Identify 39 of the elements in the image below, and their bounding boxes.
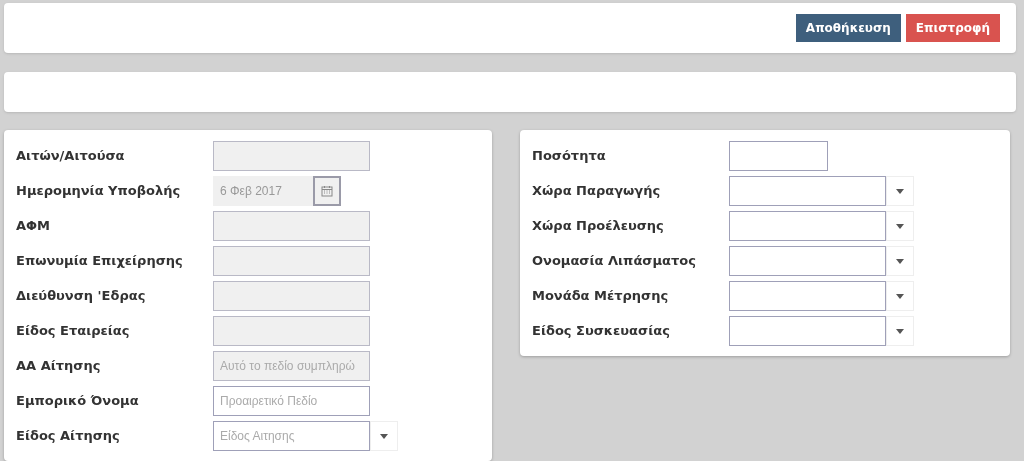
dropdown-field[interactable] <box>729 211 886 241</box>
toolbar-button[interactable]: Επιστροφή <box>905 14 1000 42</box>
caret-icon <box>896 293 904 299</box>
toolbar-button[interactable]: Αποθήκευση <box>795 14 901 42</box>
caret-icon <box>896 223 904 229</box>
caret-icon <box>896 188 904 194</box>
field-label: Μονάδα Μέτρησης <box>531 287 670 306</box>
caret-icon <box>896 258 904 264</box>
dropdown-field[interactable] <box>729 316 886 346</box>
field-label: Ονομασία Λιπάσματος <box>531 252 697 271</box>
field-label: ΑΑ Αίτησης <box>15 357 102 376</box>
dropdown-button[interactable] <box>886 316 914 346</box>
calendar-icon <box>321 185 333 197</box>
dropdown-button[interactable] <box>886 176 914 206</box>
dropdown-field[interactable] <box>729 176 886 206</box>
dropdown-button[interactable] <box>886 211 914 241</box>
dropdown-field[interactable] <box>729 246 886 276</box>
field-label: Είδος Συσκευασίας <box>531 322 671 341</box>
field-label: ΑΦΜ <box>15 217 52 236</box>
field-label: Ημερομηνία Υποβολής <box>15 182 182 201</box>
caret-icon <box>896 328 904 334</box>
dropdown-button[interactable] <box>886 281 914 311</box>
dropdown-field[interactable] <box>729 281 886 311</box>
field-label: Εμπορικό Όνομα <box>15 392 140 411</box>
field-label: Αιτών/Αιτούσα <box>15 147 126 166</box>
field-label: Χώρα Προέλευσης <box>531 217 665 236</box>
text-field[interactable]: Προαιρετικό Πεδίο <box>213 386 370 416</box>
calendar-button[interactable] <box>313 176 341 206</box>
field-label: Είδος Αίτησης <box>15 427 121 446</box>
field-label: Ποσότητα <box>531 147 607 166</box>
caret-icon <box>380 433 388 439</box>
field-label: Χώρα Παραγωγής <box>531 182 662 201</box>
dropdown-field[interactable]: Είδος Αιτησης <box>213 421 370 451</box>
field-label: Επωνυμία Επιχείρησης <box>15 252 184 271</box>
dropdown-button[interactable] <box>370 421 398 451</box>
text-field[interactable] <box>729 141 828 171</box>
field-label: Είδος Εταιρείας <box>15 322 131 341</box>
field-label: Διεύθυνση 'Εδρας <box>15 287 147 306</box>
dropdown-button[interactable] <box>886 246 914 276</box>
